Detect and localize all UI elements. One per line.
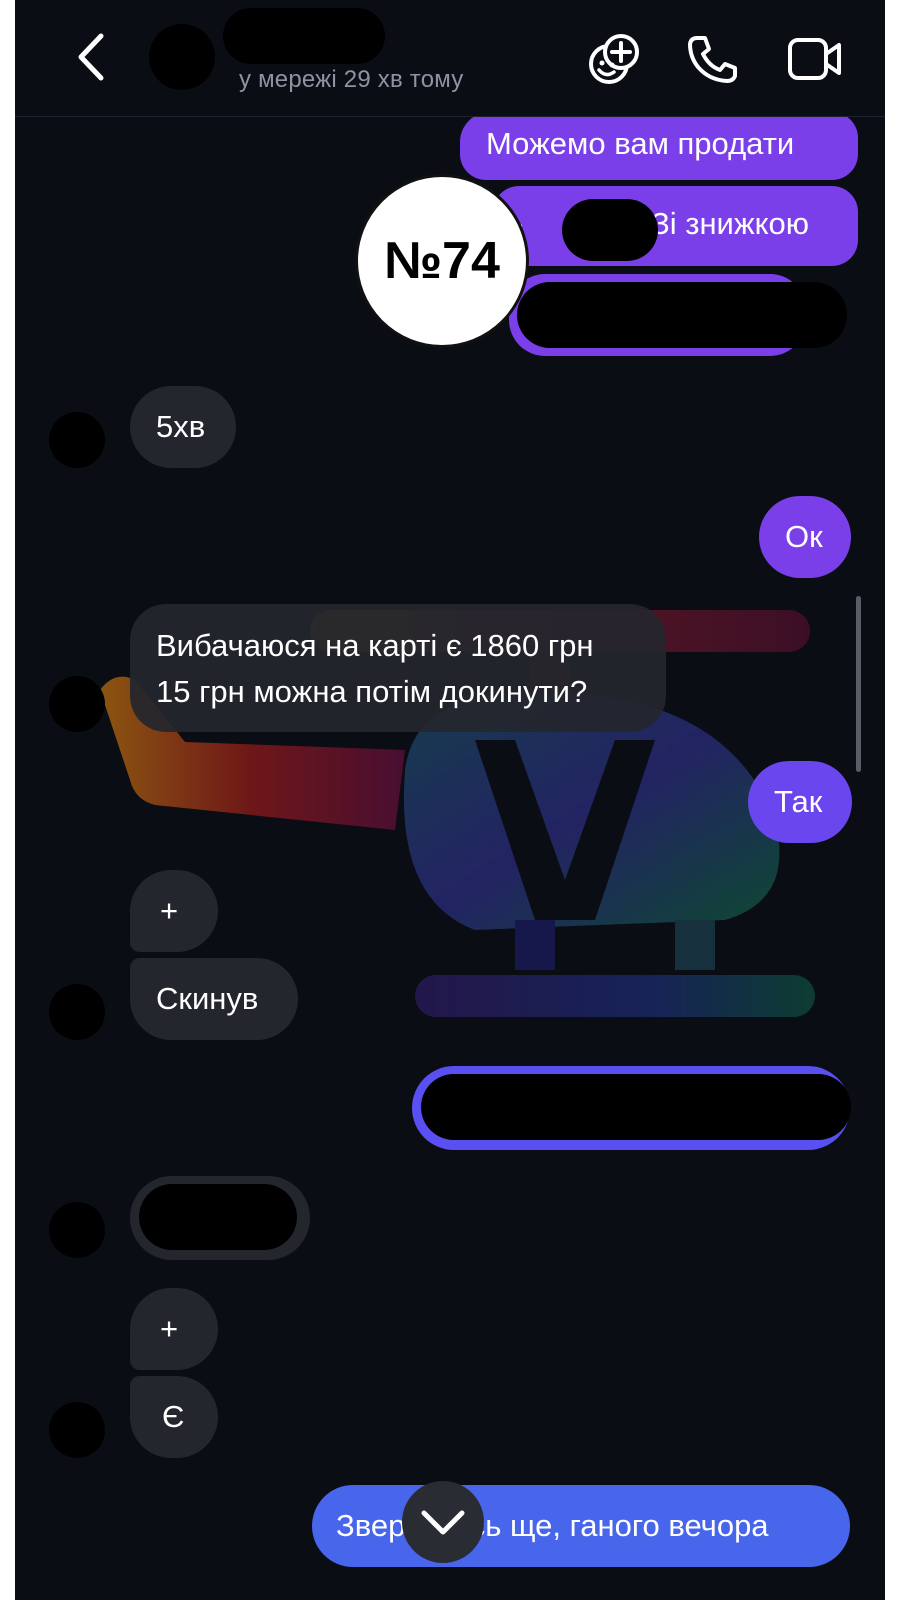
chat-screen: у мережі 29 хв тому Можемо вам продати З… (15, 0, 885, 1600)
contact-avatar[interactable] (149, 24, 215, 90)
message-text: Скинув (156, 981, 259, 1016)
voice-call-button[interactable] (687, 34, 739, 84)
chevron-left-icon (78, 33, 104, 81)
message-text: + (160, 893, 179, 928)
message-text: Можемо вам продати (486, 126, 795, 161)
video-call-button[interactable] (787, 36, 843, 82)
contact-status: у мережі 29 хв тому (239, 66, 464, 93)
number-badge: №74 (355, 174, 529, 348)
message-text: Ок (785, 519, 823, 554)
outgoing-message[interactable]: - Зі знижкою (493, 186, 858, 266)
sticker-button[interactable] (587, 32, 641, 86)
message-text: 15 грн можна потім докинути? (156, 674, 588, 709)
incoming-message[interactable]: + (130, 1288, 218, 1370)
incoming-message[interactable]: Вибачаюся на карті є 1860 грн 15 грн мож… (130, 604, 666, 732)
incoming-message[interactable]: + (130, 870, 218, 952)
sticker-add-icon (589, 34, 639, 84)
back-button[interactable] (67, 30, 117, 84)
redaction (517, 282, 847, 348)
incoming-message[interactable]: Є (130, 1376, 218, 1458)
sender-avatar[interactable] (49, 676, 105, 732)
incoming-message[interactable]: Скинув (130, 958, 298, 1040)
redaction (139, 1184, 297, 1250)
contact-name-redacted[interactable] (223, 8, 385, 64)
message-text: Є (162, 1399, 185, 1434)
scrollbar[interactable] (856, 596, 861, 772)
message-text: Звернетесь ще, ганого вечора (336, 1508, 769, 1543)
sender-avatar[interactable] (49, 1402, 105, 1458)
outgoing-message[interactable]: Можемо вам продати (460, 112, 858, 180)
chevron-down-icon (421, 1510, 465, 1535)
phone-icon (688, 36, 737, 83)
message-text: 5хв (156, 409, 206, 444)
message-text: Так (774, 784, 823, 819)
message-text: Вибачаюся на карті є 1860 грн (156, 628, 594, 663)
incoming-message[interactable]: 5хв (130, 386, 236, 468)
sender-avatar[interactable] (49, 1202, 105, 1258)
scroll-to-bottom-button[interactable] (402, 1481, 484, 1563)
outgoing-message[interactable]: Звернетесь ще, ганого вечора (312, 1485, 850, 1567)
chat-header: у мережі 29 хв тому (15, 0, 885, 117)
outgoing-message[interactable]: Так (748, 761, 852, 843)
video-camera-icon (788, 38, 841, 80)
redaction (421, 1074, 851, 1140)
sender-avatar[interactable] (49, 984, 105, 1040)
redaction (562, 199, 658, 261)
sender-avatar[interactable] (49, 412, 105, 468)
outgoing-message[interactable]: Ок (759, 496, 851, 578)
message-text: Зі знижкою (651, 206, 810, 241)
message-text: + (160, 1311, 179, 1346)
